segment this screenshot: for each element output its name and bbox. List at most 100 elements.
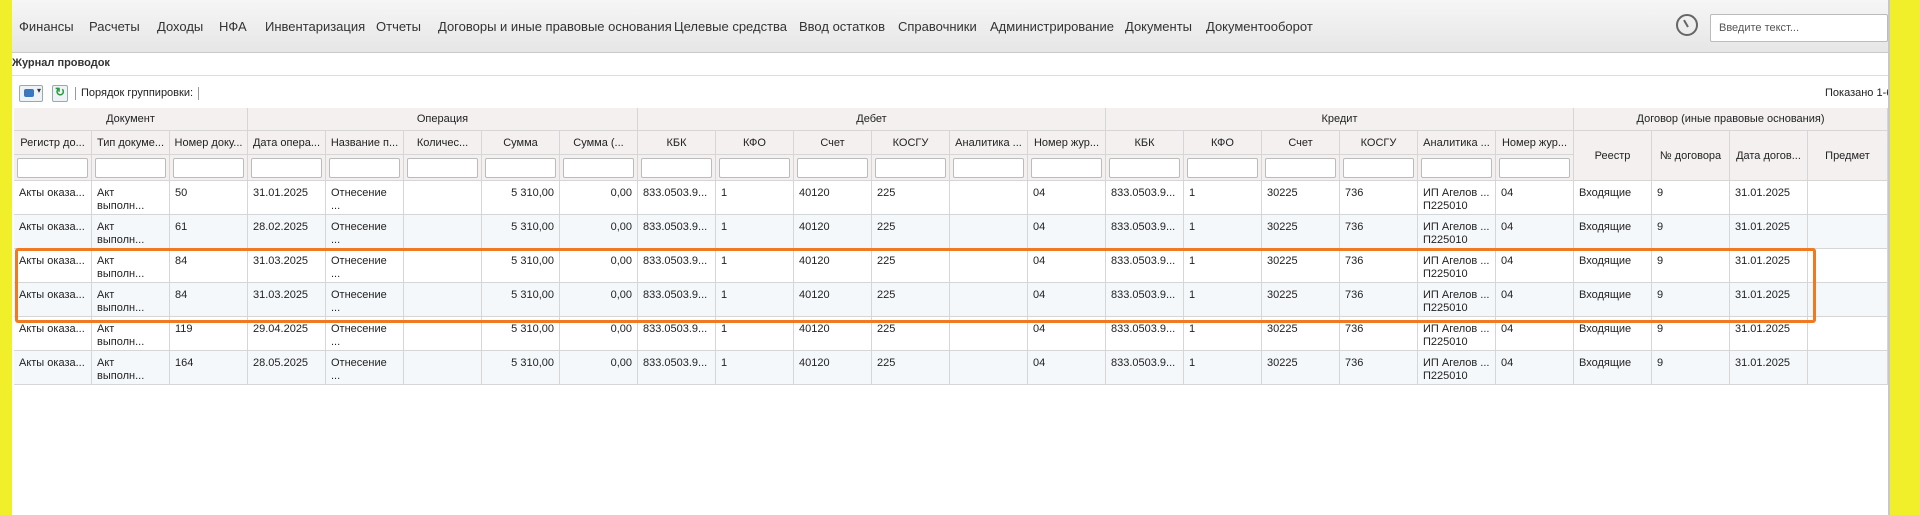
table-cell: Входящие [1574,249,1652,283]
col-credit-kbk-filter-input[interactable] [1109,158,1180,178]
col-credit-kosgu-filter-input[interactable] [1343,158,1414,178]
table-cell: 5 310,00 [482,181,560,215]
table-cell: 1 [716,249,794,283]
col-quantity-filter-input[interactable] [407,158,478,178]
table-cell: 1 [1184,351,1262,385]
col-debit-kbk-filter-input[interactable] [641,158,712,178]
table-cell: 5 310,00 [482,283,560,317]
col-debit-account-header[interactable]: Счет [794,131,872,155]
col-credit-analytics-filter-input[interactable] [1421,158,1492,178]
table-cell: 0,00 [560,215,638,249]
table-cell: 833.0503.9... [638,181,716,215]
table-cell: 04 [1496,215,1574,249]
col-amount-header[interactable]: Сумма [482,131,560,155]
col-doc-type-filter-input[interactable] [95,158,166,178]
search-input[interactable] [1710,14,1888,42]
col-debit-kbk-header[interactable]: КБК [638,131,716,155]
group-document-header: Документ [14,108,248,131]
table-cell [950,283,1028,317]
col-credit-analytics-header[interactable]: Аналитика ... [1418,131,1496,155]
col-doc-number-filter-input[interactable] [173,158,244,178]
col-credit-account-filter-input[interactable] [1265,158,1336,178]
col-contract-number-header[interactable]: № договора [1652,131,1730,181]
col-credit-kfo-filter-input[interactable] [1187,158,1258,178]
col-debit-account-filter-input[interactable] [797,158,868,178]
col-amount-filter-input[interactable] [485,158,556,178]
col-doc-number-header[interactable]: Номер доку... [170,131,248,155]
table-cell [404,215,482,249]
col-debit-kosgu-header[interactable]: КОСГУ [872,131,950,155]
menu-item-administration[interactable]: Администрирование [990,19,1114,34]
table-cell [404,283,482,317]
refresh-icon[interactable] [52,85,68,102]
col-debit-analytics-header[interactable]: Аналитика ... [950,131,1028,155]
table-cell: 833.0503.9... [638,283,716,317]
table-cell: 833.0503.9... [1106,283,1184,317]
page-header: Журнал проводок [12,53,1888,76]
table-cell: 30225 [1262,215,1340,249]
col-operation-name-header[interactable]: Название п... [326,131,404,155]
col-credit-kbk-header[interactable]: КБК [1106,131,1184,155]
table-cell: 30225 [1262,249,1340,283]
col-debit-kfo-filter-input[interactable] [719,158,790,178]
col-credit-kosgu-header[interactable]: КОСГУ [1340,131,1418,155]
menu-item-references[interactable]: Справочники [898,19,977,34]
col-debit-journal-filter-input[interactable] [1031,158,1102,178]
col-register-filter-input[interactable] [17,158,88,178]
col-subject-header[interactable]: Предмет [1808,131,1888,181]
table-cell: 833.0503.9... [1106,215,1184,249]
col-debit-kosgu-filter-cell [872,155,950,181]
desktop-edge-left [0,0,12,515]
table-cell: ИП Агелов ... П225010 [1418,351,1496,385]
col-contract-date-header[interactable]: Дата догов... [1730,131,1808,181]
table-cell: 833.0503.9... [638,317,716,351]
table-cell: 31.01.2025 [1730,181,1808,215]
group-credit-header: Кредит [1106,108,1574,131]
col-debit-kosgu-filter-input[interactable] [875,158,946,178]
menu-item-contracts[interactable]: Договоры и иные правовые основания [438,19,672,34]
menu-item-balance-input[interactable]: Ввод остатков [799,19,885,34]
col-debit-journal-header[interactable]: Номер жур... [1028,131,1106,155]
menu-item-inventory[interactable]: Инвентаризация [265,19,365,34]
table-cell: 61 [170,215,248,249]
menu-item-settlements[interactable]: Расчеты [89,19,140,34]
col-amount-2-filter-cell [560,155,638,181]
col-amount-2-filter-input[interactable] [563,158,634,178]
col-register-header[interactable]: Регистр до... [14,131,92,155]
col-operation-date-filter-input[interactable] [251,158,322,178]
col-operation-name-filter-cell [326,155,404,181]
clock-icon[interactable] [1676,14,1698,36]
table-cell: 30225 [1262,283,1340,317]
menu-item-reports[interactable]: Отчеты [376,19,421,34]
col-operation-name-filter-input[interactable] [329,158,400,178]
table-cell: 164 [170,351,248,385]
table-cell: Отнесение ... [326,283,404,317]
list-menu-icon[interactable] [19,85,43,102]
menu-item-document-flow[interactable]: Документооборот [1206,19,1313,34]
table-cell: 04 [1028,351,1106,385]
table-cell: 119 [170,317,248,351]
table-cell [950,317,1028,351]
table-cell: 04 [1496,181,1574,215]
col-doc-number-filter-cell [170,155,248,181]
col-debit-analytics-filter-input[interactable] [953,158,1024,178]
col-doc-type-header[interactable]: Тип докуме... [92,131,170,155]
col-credit-kfo-header[interactable]: КФО [1184,131,1262,155]
menu-item-target-funds[interactable]: Целевые средства [674,19,787,34]
col-operation-date-header[interactable]: Дата опера... [248,131,326,155]
col-credit-journal-header[interactable]: Номер жур... [1496,131,1574,155]
table-cell: 9 [1652,215,1730,249]
col-quantity-header[interactable]: Количес... [404,131,482,155]
table-cell: 1 [716,215,794,249]
col-credit-journal-filter-input[interactable] [1499,158,1570,178]
col-debit-kfo-header[interactable]: КФО [716,131,794,155]
menu-item-income[interactable]: Доходы [157,19,203,34]
col-credit-account-header[interactable]: Счет [1262,131,1340,155]
menu-item-documents[interactable]: Документы [1125,19,1192,34]
col-registry-header[interactable]: Реестр [1574,131,1652,181]
menu-item-finance[interactable]: Финансы [19,19,74,34]
table-cell [404,351,482,385]
col-credit-kosgu-filter-cell [1340,155,1418,181]
menu-item-nfa[interactable]: НФА [219,19,247,34]
col-amount-2-header[interactable]: Сумма (... [560,131,638,155]
